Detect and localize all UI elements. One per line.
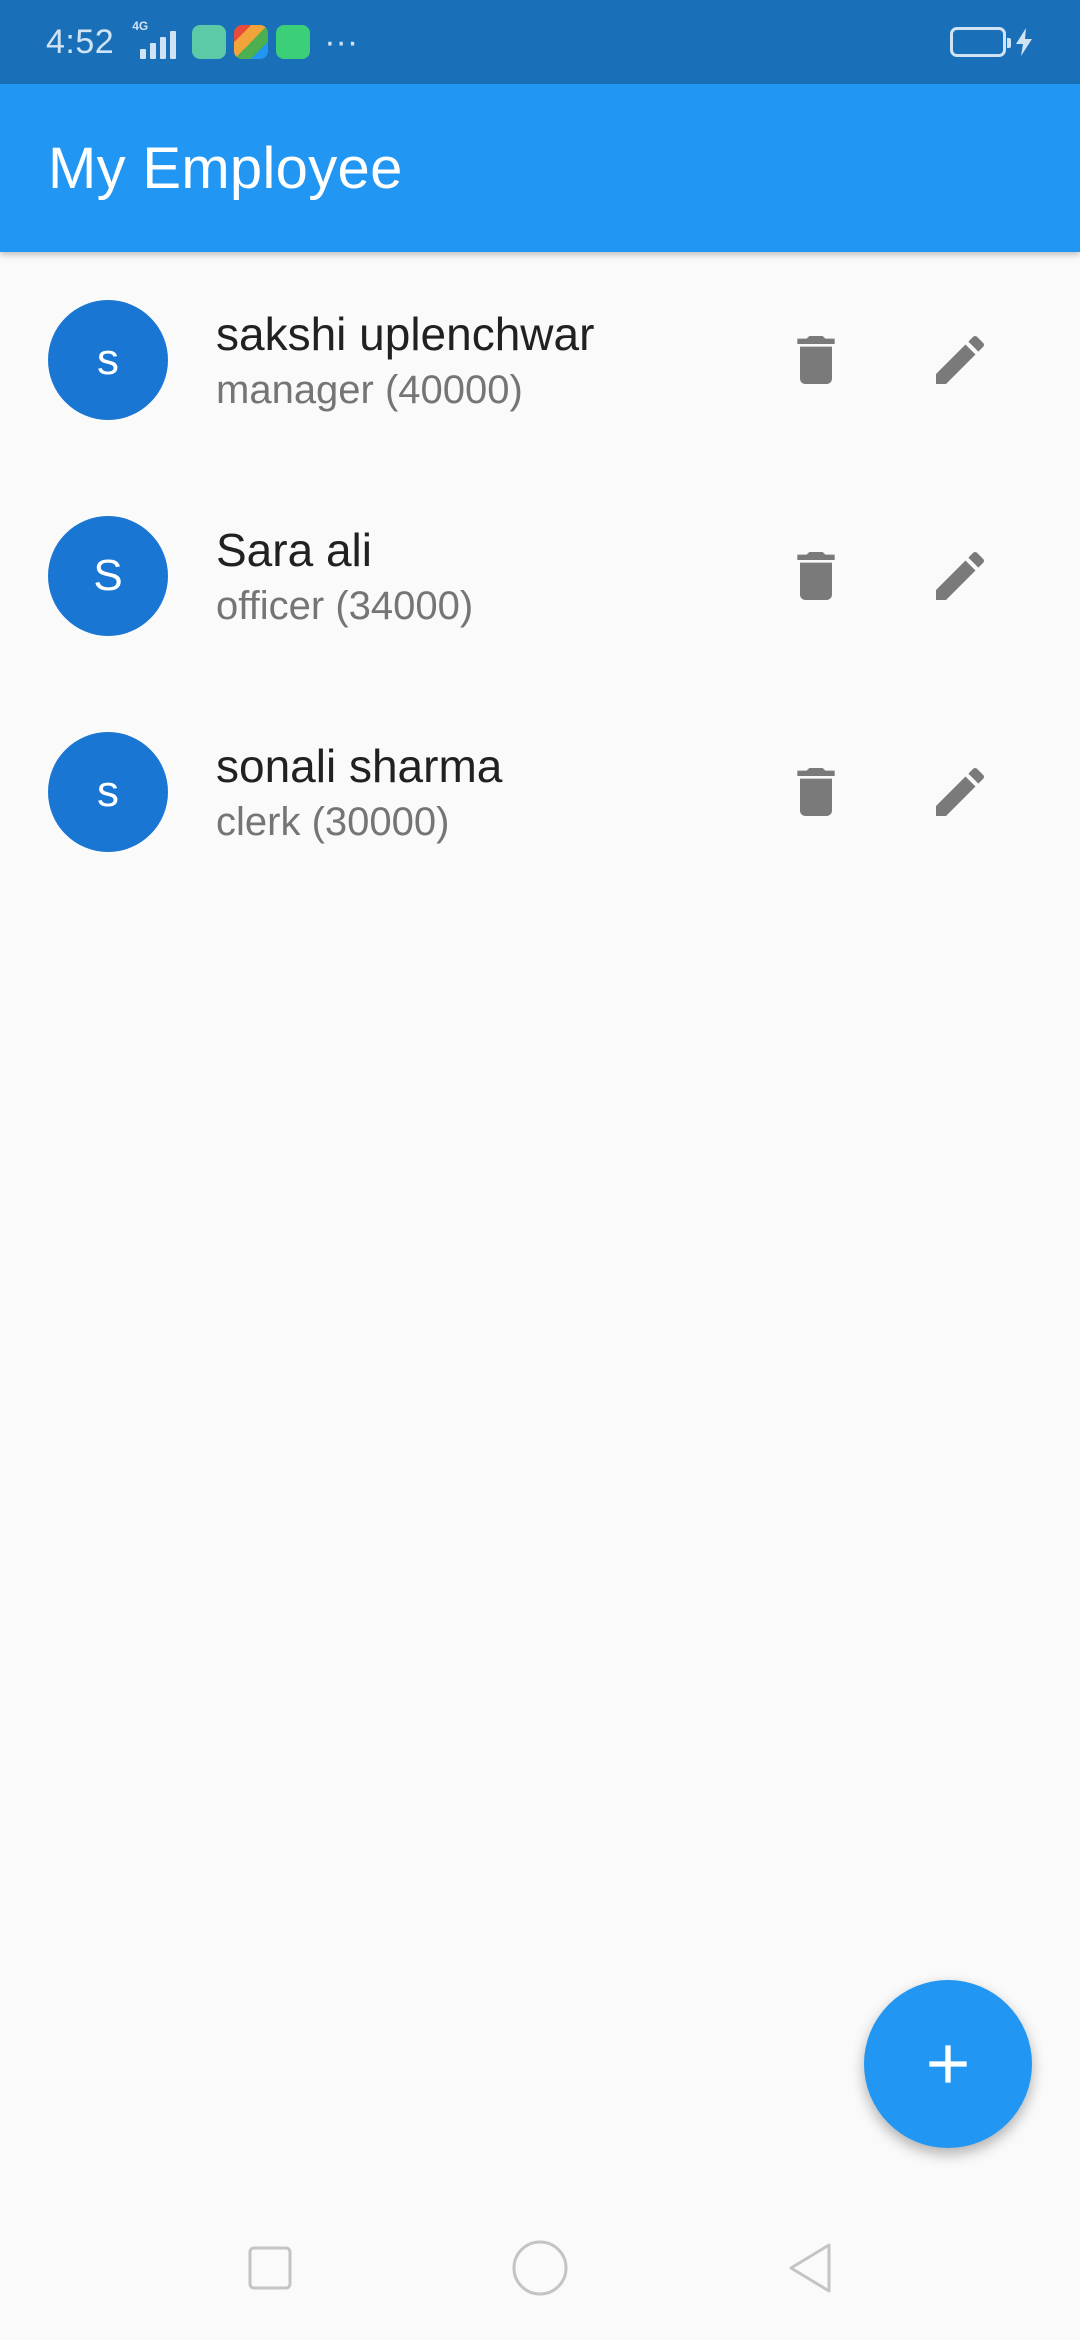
edit-button[interactable] bbox=[912, 312, 1008, 408]
employee-role-salary: officer (34000) bbox=[216, 584, 474, 629]
add-employee-button[interactable] bbox=[864, 1980, 1032, 2148]
delete-button[interactable] bbox=[768, 744, 864, 840]
delete-icon bbox=[797, 336, 835, 384]
list-item[interactable]: s sakshi uplenchwar manager (40000) bbox=[0, 252, 1080, 468]
employee-role-salary: manager (40000) bbox=[216, 368, 523, 413]
employee-name: Sara ali bbox=[216, 523, 372, 576]
employee-text: Sara ali officer (34000) bbox=[216, 523, 473, 629]
recent-apps-button[interactable] bbox=[238, 2236, 302, 2300]
recent-apps-icon bbox=[248, 2246, 292, 2290]
pinwheel-app-icon bbox=[234, 25, 269, 59]
avatar: s bbox=[48, 732, 168, 852]
list-item[interactable]: S Sara ali officer (34000) bbox=[0, 468, 1080, 684]
list-item[interactable]: s sonali sharma clerk (30000) bbox=[0, 684, 1080, 900]
edit-icon bbox=[936, 767, 985, 816]
employee-text: sonali sharma clerk (30000) bbox=[216, 739, 502, 845]
edit-icon bbox=[936, 551, 985, 600]
battery-icon bbox=[950, 27, 1011, 57]
app-bar: My Employee bbox=[0, 84, 1080, 252]
back-button[interactable] bbox=[778, 2236, 842, 2300]
back-icon bbox=[789, 2243, 831, 2293]
calculator-app-icon bbox=[192, 25, 227, 59]
add-icon bbox=[929, 2045, 967, 2083]
delete-icon bbox=[797, 552, 835, 600]
avatar: S bbox=[48, 516, 168, 636]
employee-name: sonali sharma bbox=[216, 739, 503, 792]
delete-button[interactable] bbox=[768, 528, 864, 624]
charging-icon bbox=[1016, 28, 1032, 56]
page-title: My Employee bbox=[48, 135, 403, 201]
delete-button[interactable] bbox=[768, 312, 864, 408]
avatar: s bbox=[48, 300, 168, 420]
home-button[interactable] bbox=[508, 2236, 572, 2300]
employee-text: sakshi uplenchwar manager (40000) bbox=[216, 307, 594, 413]
delete-icon bbox=[797, 768, 835, 816]
sync-app-icon bbox=[276, 25, 311, 59]
edit-icon bbox=[936, 335, 985, 384]
more-notifications-icon: ··· bbox=[324, 23, 359, 61]
screen: 4:52 4G ··· My Employee s sakshi uplench… bbox=[0, 0, 1080, 2340]
employee-name: sakshi uplenchwar bbox=[216, 307, 595, 360]
edit-button[interactable] bbox=[912, 528, 1008, 624]
network-type: 4G bbox=[132, 19, 149, 33]
system-nav-bar bbox=[0, 2196, 1080, 2340]
employee-list: s sakshi uplenchwar manager (40000) S Sa… bbox=[0, 252, 1080, 900]
status-time: 4:52 bbox=[46, 22, 115, 61]
status-bar: 4:52 4G ··· bbox=[0, 0, 1080, 84]
signal-icon: 4G bbox=[132, 19, 177, 59]
edit-button[interactable] bbox=[912, 744, 1008, 840]
employee-role-salary: clerk (30000) bbox=[216, 800, 450, 845]
home-icon bbox=[512, 2240, 568, 2296]
